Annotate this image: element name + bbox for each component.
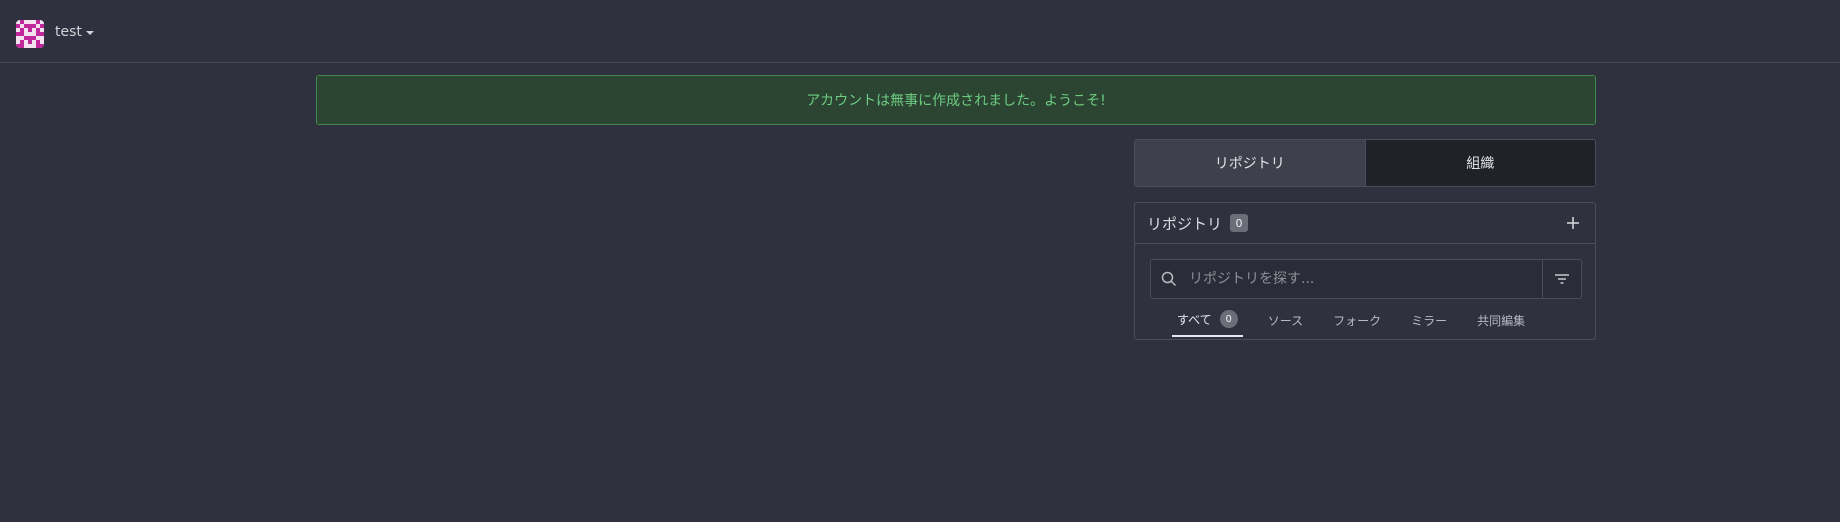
filter-tab-forks-label: フォーク — [1333, 313, 1382, 328]
filter-tab-mirrors-label: ミラー — [1411, 313, 1448, 328]
filter-tab-sources[interactable]: ソース — [1263, 303, 1308, 337]
filter-tab-forks[interactable]: フォーク — [1328, 303, 1386, 337]
filter-icon — [1555, 274, 1569, 284]
top-navbar: test — [0, 0, 1840, 63]
repository-panel-header: リポジトリ 0 — [1135, 203, 1595, 244]
filter-button[interactable] — [1542, 260, 1581, 298]
tab-repositories[interactable]: リポジトリ — [1135, 140, 1366, 186]
repository-panel: リポジトリ 0 すべて 0 — [1134, 202, 1596, 340]
filter-tab-collaborative[interactable]: 共同編集 — [1472, 303, 1530, 337]
flash-text: アカウントは無事に作成されました。ようこそ! — [806, 93, 1106, 109]
filter-tab-all-label: すべて — [1177, 312, 1212, 327]
plus-icon — [1567, 217, 1579, 229]
new-repository-button[interactable] — [1563, 213, 1583, 233]
caret-down-icon — [85, 31, 94, 35]
filter-tab-mirrors[interactable]: ミラー — [1406, 303, 1452, 337]
flash-success-message: アカウントは無事に作成されました。ようこそ! — [316, 75, 1596, 125]
repository-search-box — [1150, 259, 1582, 299]
dashboard-tabs: リポジトリ 組織 — [1134, 139, 1596, 187]
tab-organizations[interactable]: 組織 — [1365, 140, 1595, 186]
repository-search-input[interactable] — [1187, 260, 1542, 298]
search-icon — [1151, 260, 1187, 298]
filter-tab-sources-label: ソース — [1267, 313, 1304, 328]
filter-tab-collaborative-label: 共同編集 — [1477, 313, 1526, 328]
user-name: test — [55, 24, 82, 40]
tab-organizations-label: 組織 — [1466, 156, 1495, 172]
avatar-identicon-icon — [16, 20, 44, 48]
tab-repositories-label: リポジトリ — [1214, 156, 1285, 172]
filter-tab-all[interactable]: すべて 0 — [1172, 303, 1243, 337]
user-menu-dropdown[interactable]: test — [55, 24, 94, 40]
repository-count-badge: 0 — [1230, 214, 1249, 232]
user-avatar[interactable] — [16, 20, 44, 48]
filter-tab-all-count: 0 — [1219, 310, 1238, 328]
repository-filter-tabs: すべて 0 ソース フォーク ミラー 共同編集 — [1172, 303, 1550, 339]
repository-panel-title: リポジトリ — [1147, 214, 1223, 233]
